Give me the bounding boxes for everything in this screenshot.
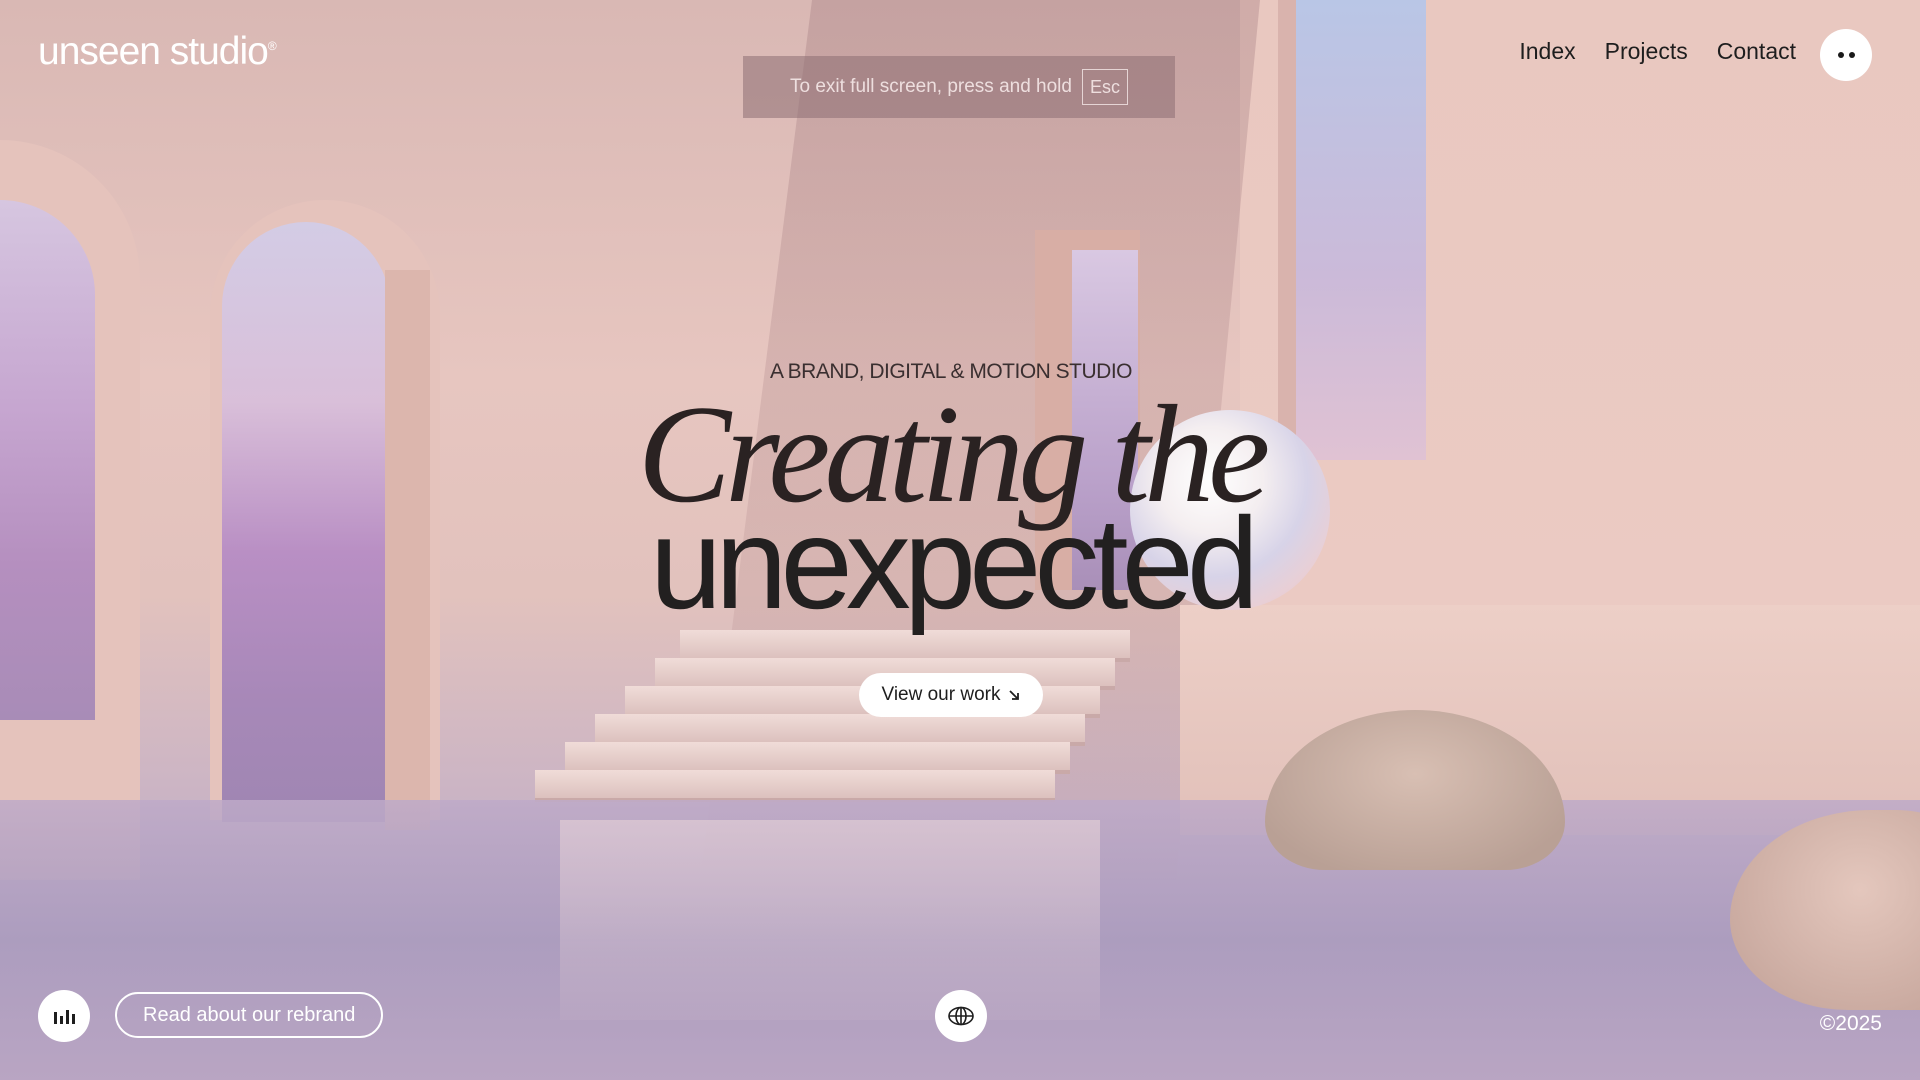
main-nav: Index Projects Contact <box>1519 38 1796 65</box>
nav-link-contact[interactable]: Contact <box>1717 38 1796 65</box>
stair-step <box>535 770 1055 802</box>
sound-bars-icon <box>65 1010 69 1024</box>
copyright-text: ©2025 <box>1819 1012 1882 1035</box>
logo[interactable]: unseen studio® <box>38 30 277 74</box>
esc-key-badge: Esc <box>1081 69 1128 105</box>
nav-link-projects[interactable]: Projects <box>1605 38 1688 65</box>
page: unseen studio® Index Projects Contact To… <box>0 0 1920 1080</box>
view-work-button[interactable]: View our work <box>859 673 1043 717</box>
language-button[interactable] <box>935 990 987 1042</box>
sound-toggle-button[interactable] <box>38 990 90 1042</box>
sound-bars-icon <box>59 1016 63 1024</box>
logo-text: unseen studio <box>38 30 269 73</box>
registered-mark: ® <box>267 39 277 53</box>
more-dots-icon <box>1837 52 1844 58</box>
view-work-label: View our work <box>881 684 1001 705</box>
fullscreen-notice-text: To exit full screen, press and hold <box>789 76 1072 97</box>
menu-button[interactable] <box>1820 29 1872 81</box>
more-dots-icon <box>1848 52 1855 58</box>
sound-bars-icon <box>53 1012 57 1024</box>
nav-link-index[interactable]: Index <box>1519 38 1575 65</box>
fullscreen-exit-notice: To exit full screen, press and hold Esc <box>743 56 1175 118</box>
sound-bars-icon <box>71 1014 75 1024</box>
rebrand-link-button[interactable]: Read about our rebrand <box>115 992 384 1038</box>
hero-headline-line2: unexpected <box>649 490 1259 636</box>
globe-icon <box>948 1006 974 1026</box>
arrow-down-right-icon <box>1009 690 1020 700</box>
water-reflection <box>560 820 1100 1020</box>
